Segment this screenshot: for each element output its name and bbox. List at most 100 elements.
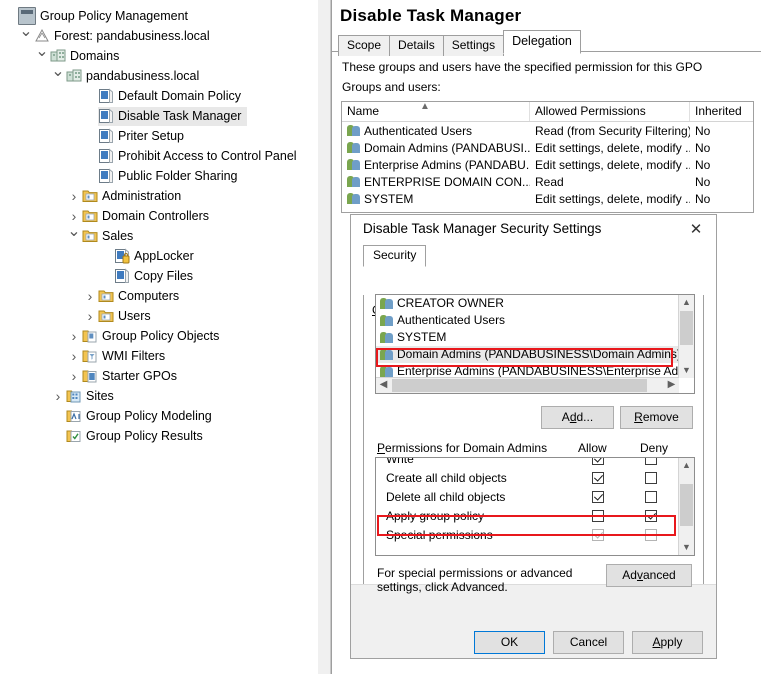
delegation-table[interactable]: Name ▲ Allowed Permissions Inherited Aut…	[341, 101, 754, 213]
tree-item[interactable]: › Sites	[0, 386, 318, 406]
permission-row[interactable]: Apply group policy	[376, 506, 678, 525]
tab-security[interactable]: Security	[363, 245, 427, 267]
scrollbar-thumb[interactable]	[680, 311, 693, 345]
tree-item[interactable]: Public Folder Sharing	[0, 166, 318, 186]
tab-delegation[interactable]: Delegation	[503, 30, 581, 54]
tree-item[interactable]: Group Policy Results	[0, 426, 318, 446]
tree-item-content[interactable]: Group Policy Management	[18, 6, 188, 26]
remove-button[interactable]: Remove	[620, 406, 693, 429]
tree-item-content[interactable]: Starter GPOs	[82, 366, 177, 386]
permission-row[interactable]: Delete all child objects	[376, 487, 678, 506]
scroll-right-icon[interactable]: ▶	[664, 378, 679, 393]
scroll-up-icon[interactable]: ▲	[679, 458, 694, 473]
chevron-right-icon[interactable]: ›	[82, 286, 98, 306]
ok-button[interactable]: OK	[474, 631, 545, 654]
scroll-up-icon[interactable]: ▲	[679, 295, 694, 310]
table-row[interactable]: Domain Admins (PANDABUSI... Edit settings…	[342, 139, 753, 156]
tree-item[interactable]: › Users	[0, 306, 318, 326]
tree-item[interactable]: Priter Setup	[0, 126, 318, 146]
gpo-tabstrip[interactable]: Scope Details Settings Delegation	[332, 30, 761, 56]
tree-item-content[interactable]: Group Policy Objects	[82, 326, 219, 346]
table-row[interactable]: Enterprise Admins (PANDABU... Edit settin…	[342, 156, 753, 173]
table-row[interactable]: ENTERPRISE DOMAIN CON... Read No	[342, 173, 753, 190]
tree-item[interactable]: › Administration	[0, 186, 318, 206]
allow-checkbox[interactable]	[592, 458, 605, 465]
tree-item-content[interactable]: Sites	[66, 386, 114, 406]
tree-item[interactable]: Disable Task Manager	[0, 106, 318, 126]
tree-item-content[interactable]: WMI Filters	[82, 346, 165, 366]
tree-item[interactable]: AppLocker	[0, 246, 318, 266]
tab-scope[interactable]: Scope	[338, 35, 391, 56]
scrollbar-thumb[interactable]	[680, 484, 693, 526]
cancel-button[interactable]: Cancel	[553, 631, 624, 654]
tree-item-content[interactable]: Sales	[82, 226, 133, 246]
tree-item-content[interactable]: AppLocker	[114, 246, 194, 266]
tab-details[interactable]: Details	[389, 35, 444, 56]
deny-checkbox[interactable]	[645, 490, 658, 503]
apply-button[interactable]: Apply	[632, 631, 703, 654]
permission-row[interactable]: Special permissions	[376, 525, 678, 544]
tree-item[interactable]: ⌄ pandabusiness.local	[0, 64, 318, 86]
permissions-vertical-scrollbar[interactable]: ▲ ▼	[678, 458, 694, 555]
table-row[interactable]: SYSTEM Edit settings, delete, modify ... N…	[342, 190, 753, 207]
tree-item-content[interactable]: Copy Files	[114, 266, 193, 286]
tree-item-content[interactable]: Forest: pandabusiness.local	[34, 26, 210, 46]
chevron-down-icon[interactable]: ⌄	[50, 64, 66, 86]
close-icon[interactable]: ✕	[676, 215, 716, 244]
chevron-right-icon[interactable]: ›	[50, 386, 66, 406]
tree-item-content[interactable]: Group Policy Results	[66, 426, 203, 446]
tree-item-content[interactable]: Group Policy Modeling	[66, 406, 212, 426]
scroll-down-icon[interactable]: ▼	[679, 363, 694, 378]
deny-checkbox[interactable]	[645, 528, 658, 541]
group-or-user-list[interactable]: CREATOR OWNER Authenticated Users SYSTEM Do…	[375, 294, 695, 394]
deny-checkbox[interactable]	[645, 458, 658, 465]
tree-item[interactable]: › Domain Controllers	[0, 206, 318, 226]
tree-item[interactable]: › Group Policy Objects	[0, 326, 318, 346]
allow-checkbox[interactable]	[592, 471, 605, 484]
column-header-inherited[interactable]: Inherited	[690, 102, 752, 121]
group-list-vertical-scrollbar[interactable]: ▲ ▼	[678, 295, 694, 378]
tree-item[interactable]: Default Domain Policy	[0, 86, 318, 106]
allow-checkbox[interactable]	[592, 528, 605, 541]
scroll-down-icon[interactable]: ▼	[679, 540, 694, 555]
tree-item-selected[interactable]: Disable Task Manager	[98, 106, 248, 126]
chevron-right-icon[interactable]: ›	[82, 306, 98, 326]
dialog-tabstrip[interactable]: Security	[351, 245, 716, 267]
tree-item[interactable]: ⌄ Sales	[0, 224, 318, 246]
allow-checkbox[interactable]	[592, 509, 605, 522]
tree-item-content[interactable]: Domain Controllers	[82, 206, 209, 226]
group-list-horizontal-scrollbar[interactable]: ◀ ▶	[376, 377, 679, 393]
group-list-item-selected[interactable]: Domain Admins (PANDABUSINESS\Domain Admi…	[376, 346, 681, 363]
permission-row[interactable]: Create all child objects	[376, 468, 678, 487]
panel-splitter[interactable]	[318, 0, 331, 674]
tree-item-content[interactable]: Priter Setup	[98, 126, 184, 146]
chevron-right-icon[interactable]: ›	[66, 326, 82, 346]
tree-item-content[interactable]: Default Domain Policy	[98, 86, 241, 106]
column-header-name[interactable]: Name ▲	[342, 102, 530, 121]
chevron-right-icon[interactable]: ›	[66, 186, 82, 206]
chevron-right-icon[interactable]: ›	[66, 366, 82, 386]
deny-checkbox[interactable]	[645, 471, 658, 484]
chevron-right-icon[interactable]: ›	[66, 346, 82, 366]
tree-item-content[interactable]: Users	[98, 306, 151, 326]
tree-item-content[interactable]: Prohibit Access to Control Panel	[98, 146, 297, 166]
chevron-down-icon[interactable]: ⌄	[34, 44, 50, 66]
tree-item[interactable]: › Computers	[0, 286, 318, 306]
tree-item[interactable]: Prohibit Access to Control Panel	[0, 146, 318, 166]
table-row[interactable]: Authenticated Users Read (from Security F…	[342, 122, 753, 139]
permission-row[interactable]: Write	[376, 458, 678, 468]
tree-item[interactable]: Group Policy Modeling	[0, 406, 318, 426]
tree-item[interactable]: › WMI Filters	[0, 346, 318, 366]
permissions-list[interactable]: Write Create all child objects Delete all …	[375, 457, 695, 556]
deny-checkbox[interactable]	[645, 509, 658, 522]
group-list-item[interactable]: Authenticated Users	[376, 312, 678, 329]
chevron-down-icon[interactable]: ⌄	[66, 224, 82, 246]
tree-item-content[interactable]: pandabusiness.local	[66, 66, 199, 86]
add-button[interactable]: Add...	[541, 406, 614, 429]
tree-item-content[interactable]: Public Folder Sharing	[98, 166, 238, 186]
tree-item[interactable]: Group Policy Management	[0, 6, 318, 26]
chevron-down-icon[interactable]: ⌄	[18, 24, 34, 46]
scrollbar-thumb-h[interactable]	[392, 379, 647, 392]
tree-item[interactable]: › Starter GPOs	[0, 366, 318, 386]
group-list-item[interactable]: CREATOR OWNER	[376, 295, 678, 312]
